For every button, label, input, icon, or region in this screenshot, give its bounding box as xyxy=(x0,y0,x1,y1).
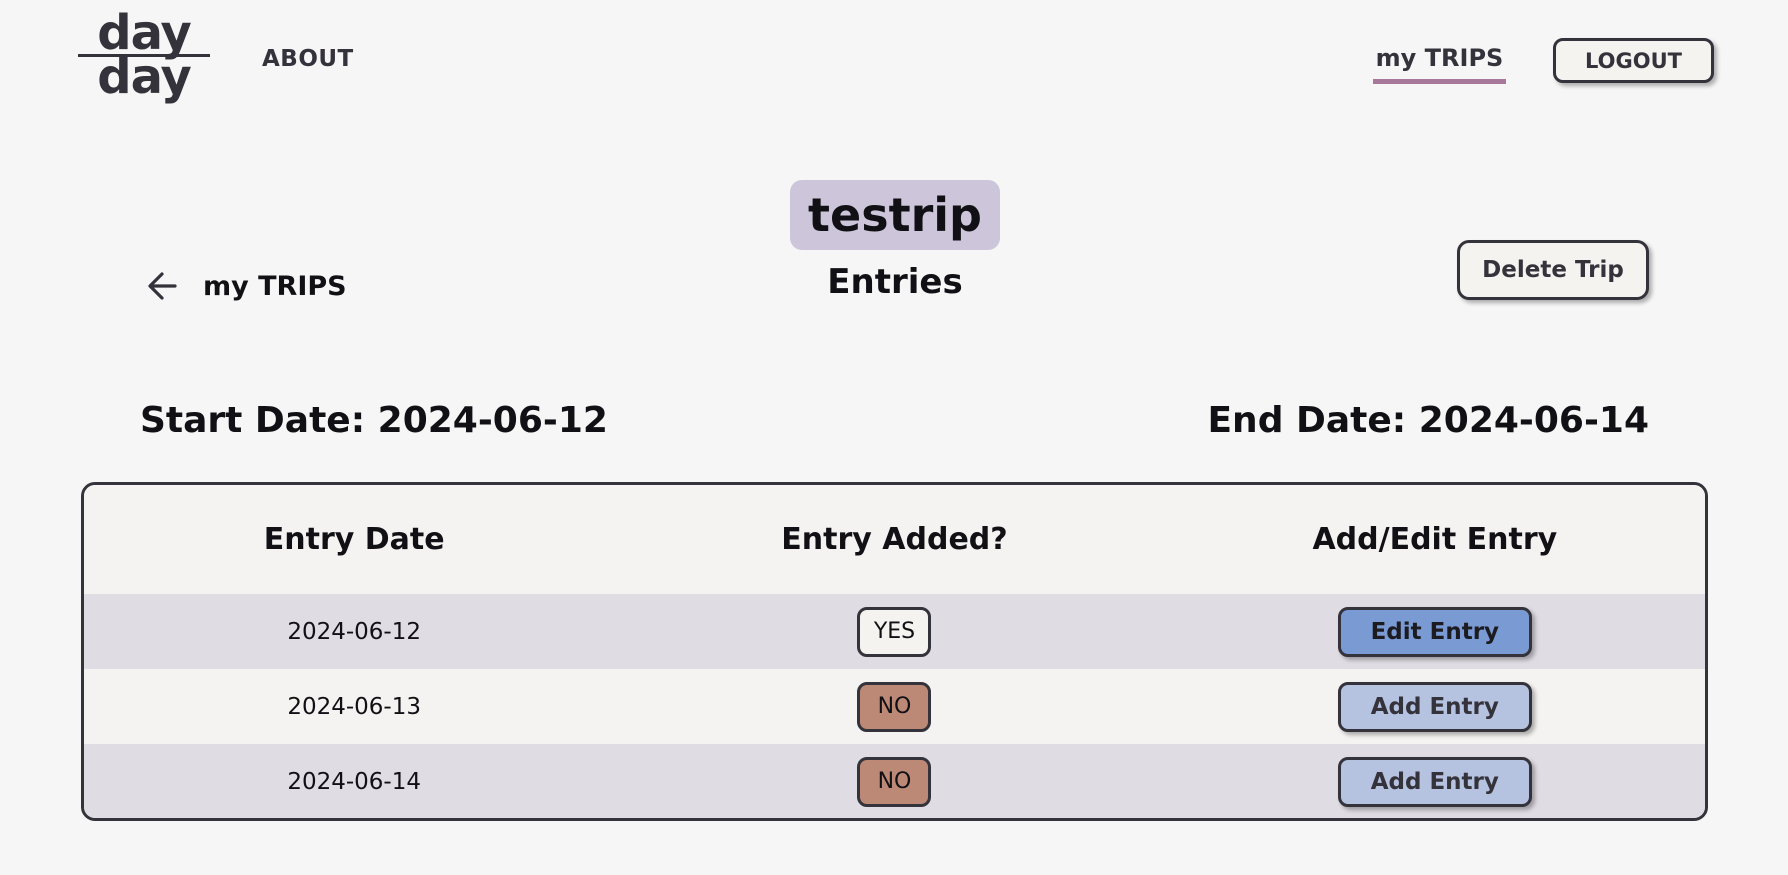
table-row: 2024-06-14 NO Add Entry xyxy=(84,744,1705,818)
logo-line-2: day xyxy=(97,49,192,105)
entry-date-cell: 2024-06-14 xyxy=(287,768,421,795)
delete-trip-button[interactable]: Delete Trip xyxy=(1457,240,1649,300)
entry-added-badge: NO xyxy=(857,756,932,807)
entries-table: Entry Date Entry Added? Add/Edit Entry 2… xyxy=(81,482,1708,821)
back-link-label: my TRIPS xyxy=(203,270,347,302)
entry-added-badge: NO xyxy=(857,681,932,732)
entries-heading: Entries xyxy=(827,262,963,302)
end-date: End Date: 2024-06-14 xyxy=(1207,400,1649,441)
logo-divider xyxy=(78,54,210,57)
entry-date-cell: 2024-06-12 xyxy=(287,618,421,645)
table-row: 2024-06-13 NO Add Entry xyxy=(84,669,1705,744)
edit-entry-button[interactable]: Edit Entry xyxy=(1337,606,1532,657)
nav-about-link[interactable]: ABOUT xyxy=(262,46,354,72)
logo-line-1: day xyxy=(97,5,192,61)
entry-added-badge: YES xyxy=(857,606,932,657)
dayday-logo[interactable]: day day xyxy=(78,5,210,105)
table-row: 2024-06-12 YES Edit Entry xyxy=(84,594,1705,669)
column-header-add-edit: Add/Edit Entry xyxy=(1312,522,1558,557)
start-date: Start Date: 2024-06-12 xyxy=(140,400,608,441)
table-header-row: Entry Date Entry Added? Add/Edit Entry xyxy=(84,485,1705,594)
column-header-entry-date: Entry Date xyxy=(263,522,445,557)
entry-date-cell: 2024-06-13 xyxy=(287,693,421,720)
column-header-entry-added: Entry Added? xyxy=(781,522,1008,557)
add-entry-button[interactable]: Add Entry xyxy=(1337,756,1532,807)
trip-entries-page: day day ABOUT my TRIPS LOGOUT testrip En… xyxy=(0,0,1788,875)
nav-my-trips-link[interactable]: my TRIPS xyxy=(1373,44,1506,84)
arrow-left-icon xyxy=(148,272,177,300)
add-entry-button[interactable]: Add Entry xyxy=(1337,681,1532,732)
trip-title: testrip xyxy=(790,180,1000,250)
logout-button[interactable]: LOGOUT xyxy=(1553,38,1714,83)
back-to-my-trips-link[interactable]: my TRIPS xyxy=(145,266,347,306)
